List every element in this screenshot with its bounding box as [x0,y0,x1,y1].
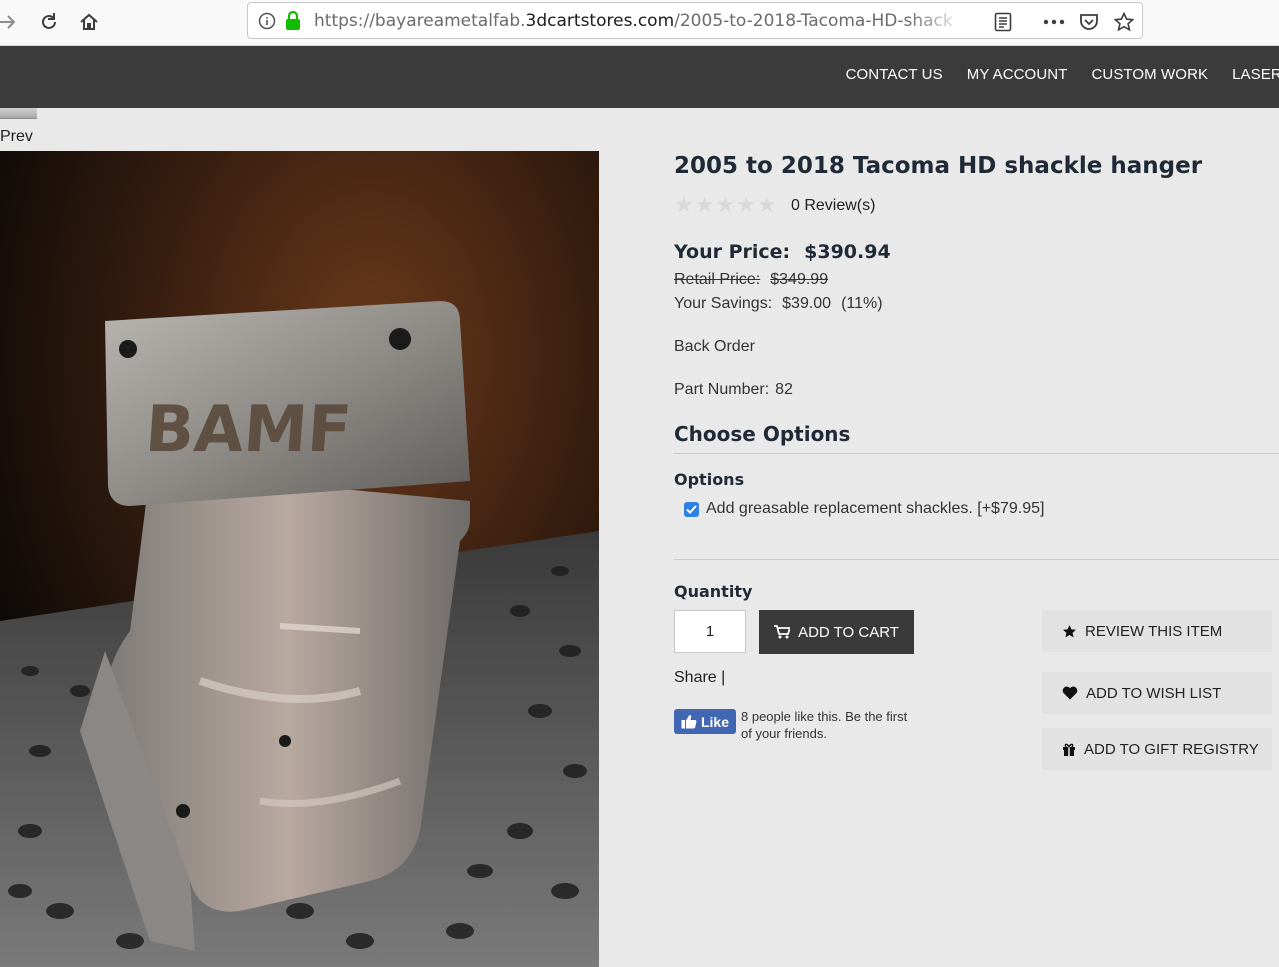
url-fade [908,6,968,34]
facebook-like-label: Like [700,713,729,730]
retail-price-value: $349.99 [770,271,829,288]
prev-thumbnail[interactable] [0,108,37,119]
cart-icon [774,625,791,639]
star-icon [1063,624,1076,637]
reader-view-icon[interactable] [991,10,1015,34]
your-price-label: Your Price: [674,241,791,263]
quantity-label: Quantity [674,582,753,601]
home-icon[interactable] [74,7,104,37]
divider [674,453,1279,454]
url-text[interactable]: https://bayareametalfab.3dcartstores.com… [314,11,954,31]
retail-price-label: Retail Price: [674,271,761,288]
add-to-cart-label: ADD TO CART [798,623,899,641]
top-nav: CONTACT US MY ACCOUNT CUSTOM WORK LASER … [834,66,1279,83]
gift-registry-label: ADD TO GIFT REGISTRY [1084,740,1259,758]
quantity-input[interactable] [674,610,746,653]
your-price-value: $390.94 [804,241,891,263]
star-icon: ★ [694,193,715,218]
nav-my-account[interactable]: MY ACCOUNT [955,66,1080,83]
pocket-icon[interactable] [1077,10,1101,34]
add-to-cart-button[interactable]: ADD TO CART [759,610,914,654]
rating-stars[interactable]: ★ ★ ★ ★ ★ [674,195,777,217]
wish-list-label: ADD TO WISH LIST [1086,684,1222,702]
facebook-like-button[interactable]: Like [674,709,736,734]
choose-options-heading: Choose Options [674,422,851,446]
share-label: Share | [674,669,726,686]
savings-label: Your Savings: [674,295,773,312]
svg-text:BAMF: BAMF [143,393,354,467]
your-price: Your Price: $390.94 [674,241,891,263]
savings-percent: (11%) [841,295,883,312]
nav-contact-us[interactable]: CONTACT US [834,66,955,83]
url-bar[interactable]: https://bayareametalfab.3dcartstores.com… [247,2,1143,39]
facebook-like-text: 8 people like this. Be the first of your… [741,709,908,741]
part-number-label: Part Number: [674,381,770,398]
options-label: Options [674,470,745,489]
savings-value: $39.00 [782,295,832,312]
product-image[interactable]: BAMF [0,151,599,967]
back-arrow-icon[interactable] [0,7,22,37]
savings: Your Savings: $39.00 (11%) [674,295,883,313]
option-greasable-shackles[interactable]: Add greasable replacement shackles. [+$7… [684,500,1044,518]
stock-status: Back Order [674,338,755,355]
option-text: Add greasable replacement shackles. [+$7… [706,500,1045,517]
part-number-value: 82 [775,381,793,398]
site-header: CONTACT US MY ACCOUNT CUSTOM WORK LASER … [0,46,1279,108]
add-to-wish-list-button[interactable]: ADD TO WISH LIST [1042,672,1272,714]
prev-link[interactable]: Prev [0,128,33,146]
star-icon: ★ [674,193,694,218]
reload-icon[interactable] [34,7,64,37]
gift-icon [1063,743,1075,756]
thumbs-up-icon [681,715,697,729]
more-icon[interactable] [1042,10,1066,34]
star-icon: ★ [756,193,777,218]
nav-laser-cutting[interactable]: LASER C [1220,66,1279,83]
divider [674,559,1279,560]
add-to-gift-registry-button[interactable]: ADD TO GIFT REGISTRY [1042,728,1272,770]
checkmark-icon [686,504,697,514]
star-icon: ★ [736,193,756,218]
part-number: Part Number: 82 [674,381,793,399]
bookmark-star-icon[interactable] [1112,10,1136,34]
review-item-label: REVIEW THIS ITEM [1085,622,1223,640]
info-icon[interactable] [258,12,276,34]
option-checkbox[interactable] [684,501,699,517]
product-title: 2005 to 2018 Tacoma HD shackle hanger [674,153,1203,179]
star-icon: ★ [715,193,736,218]
browser-toolbar: https://bayareametalfab.3dcartstores.com… [0,0,1279,46]
retail-price: Retail Price: $349.99 [674,271,828,289]
review-item-button[interactable]: REVIEW THIS ITEM [1042,610,1272,652]
heart-icon [1062,686,1078,700]
nav-custom-work[interactable]: CUSTOM WORK [1079,66,1220,83]
lock-icon [285,10,301,35]
review-count[interactable]: 0 Review(s) [791,197,875,215]
